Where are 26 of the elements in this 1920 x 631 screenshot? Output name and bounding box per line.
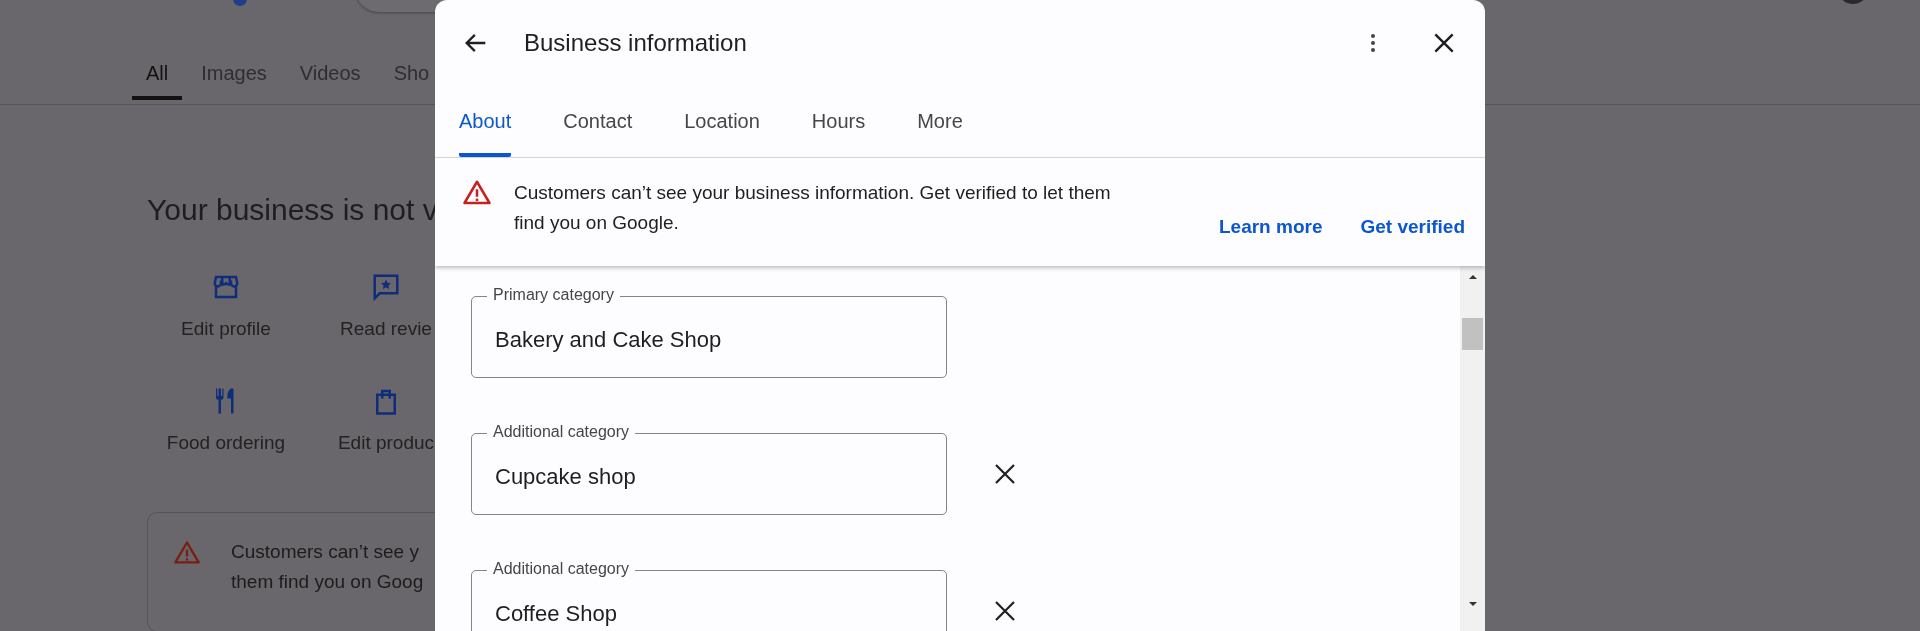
field-value[interactable]: Cupcake shop [495,464,636,490]
field-value[interactable]: Bakery and Cake Shop [495,327,722,353]
banner-link[interactable]: Get verified [1360,216,1465,238]
scroll-up-icon[interactable] [1467,272,1478,282]
field-label: Additional category [487,559,636,579]
scrollbar-thumb[interactable] [1462,318,1483,350]
banner-link[interactable]: Learn more [1218,216,1323,238]
alert-text: Customers can’t see y [231,540,420,564]
dialog-tab[interactable]: Hours [811,86,866,157]
star-message-icon[interactable] [371,272,401,302]
remove-icon[interactable] [993,462,1017,486]
warning-icon [173,539,201,567]
dialog-tab[interactable]: Location [684,86,760,157]
dialog-tab[interactable]: Contact [563,86,633,157]
alert-text: them find you on Goog [231,570,424,594]
field-label: Primary category [487,285,620,305]
field-value[interactable]: Coffee Shop [495,601,617,627]
dialog-tab[interactable]: More [917,86,963,157]
search-tab[interactable]: All [132,58,183,100]
remove-icon[interactable] [993,599,1017,623]
field-label: Additional category [487,422,636,442]
scrollbar[interactable] [1460,266,1485,631]
dialog-title: Business information [524,29,748,57]
dialog-tab[interactable]: About [459,86,512,157]
scroll-down-icon[interactable] [1467,599,1478,609]
banner-message: Customers can’t see your business information. Get verified to let them find you on Google. [514,181,1112,235]
